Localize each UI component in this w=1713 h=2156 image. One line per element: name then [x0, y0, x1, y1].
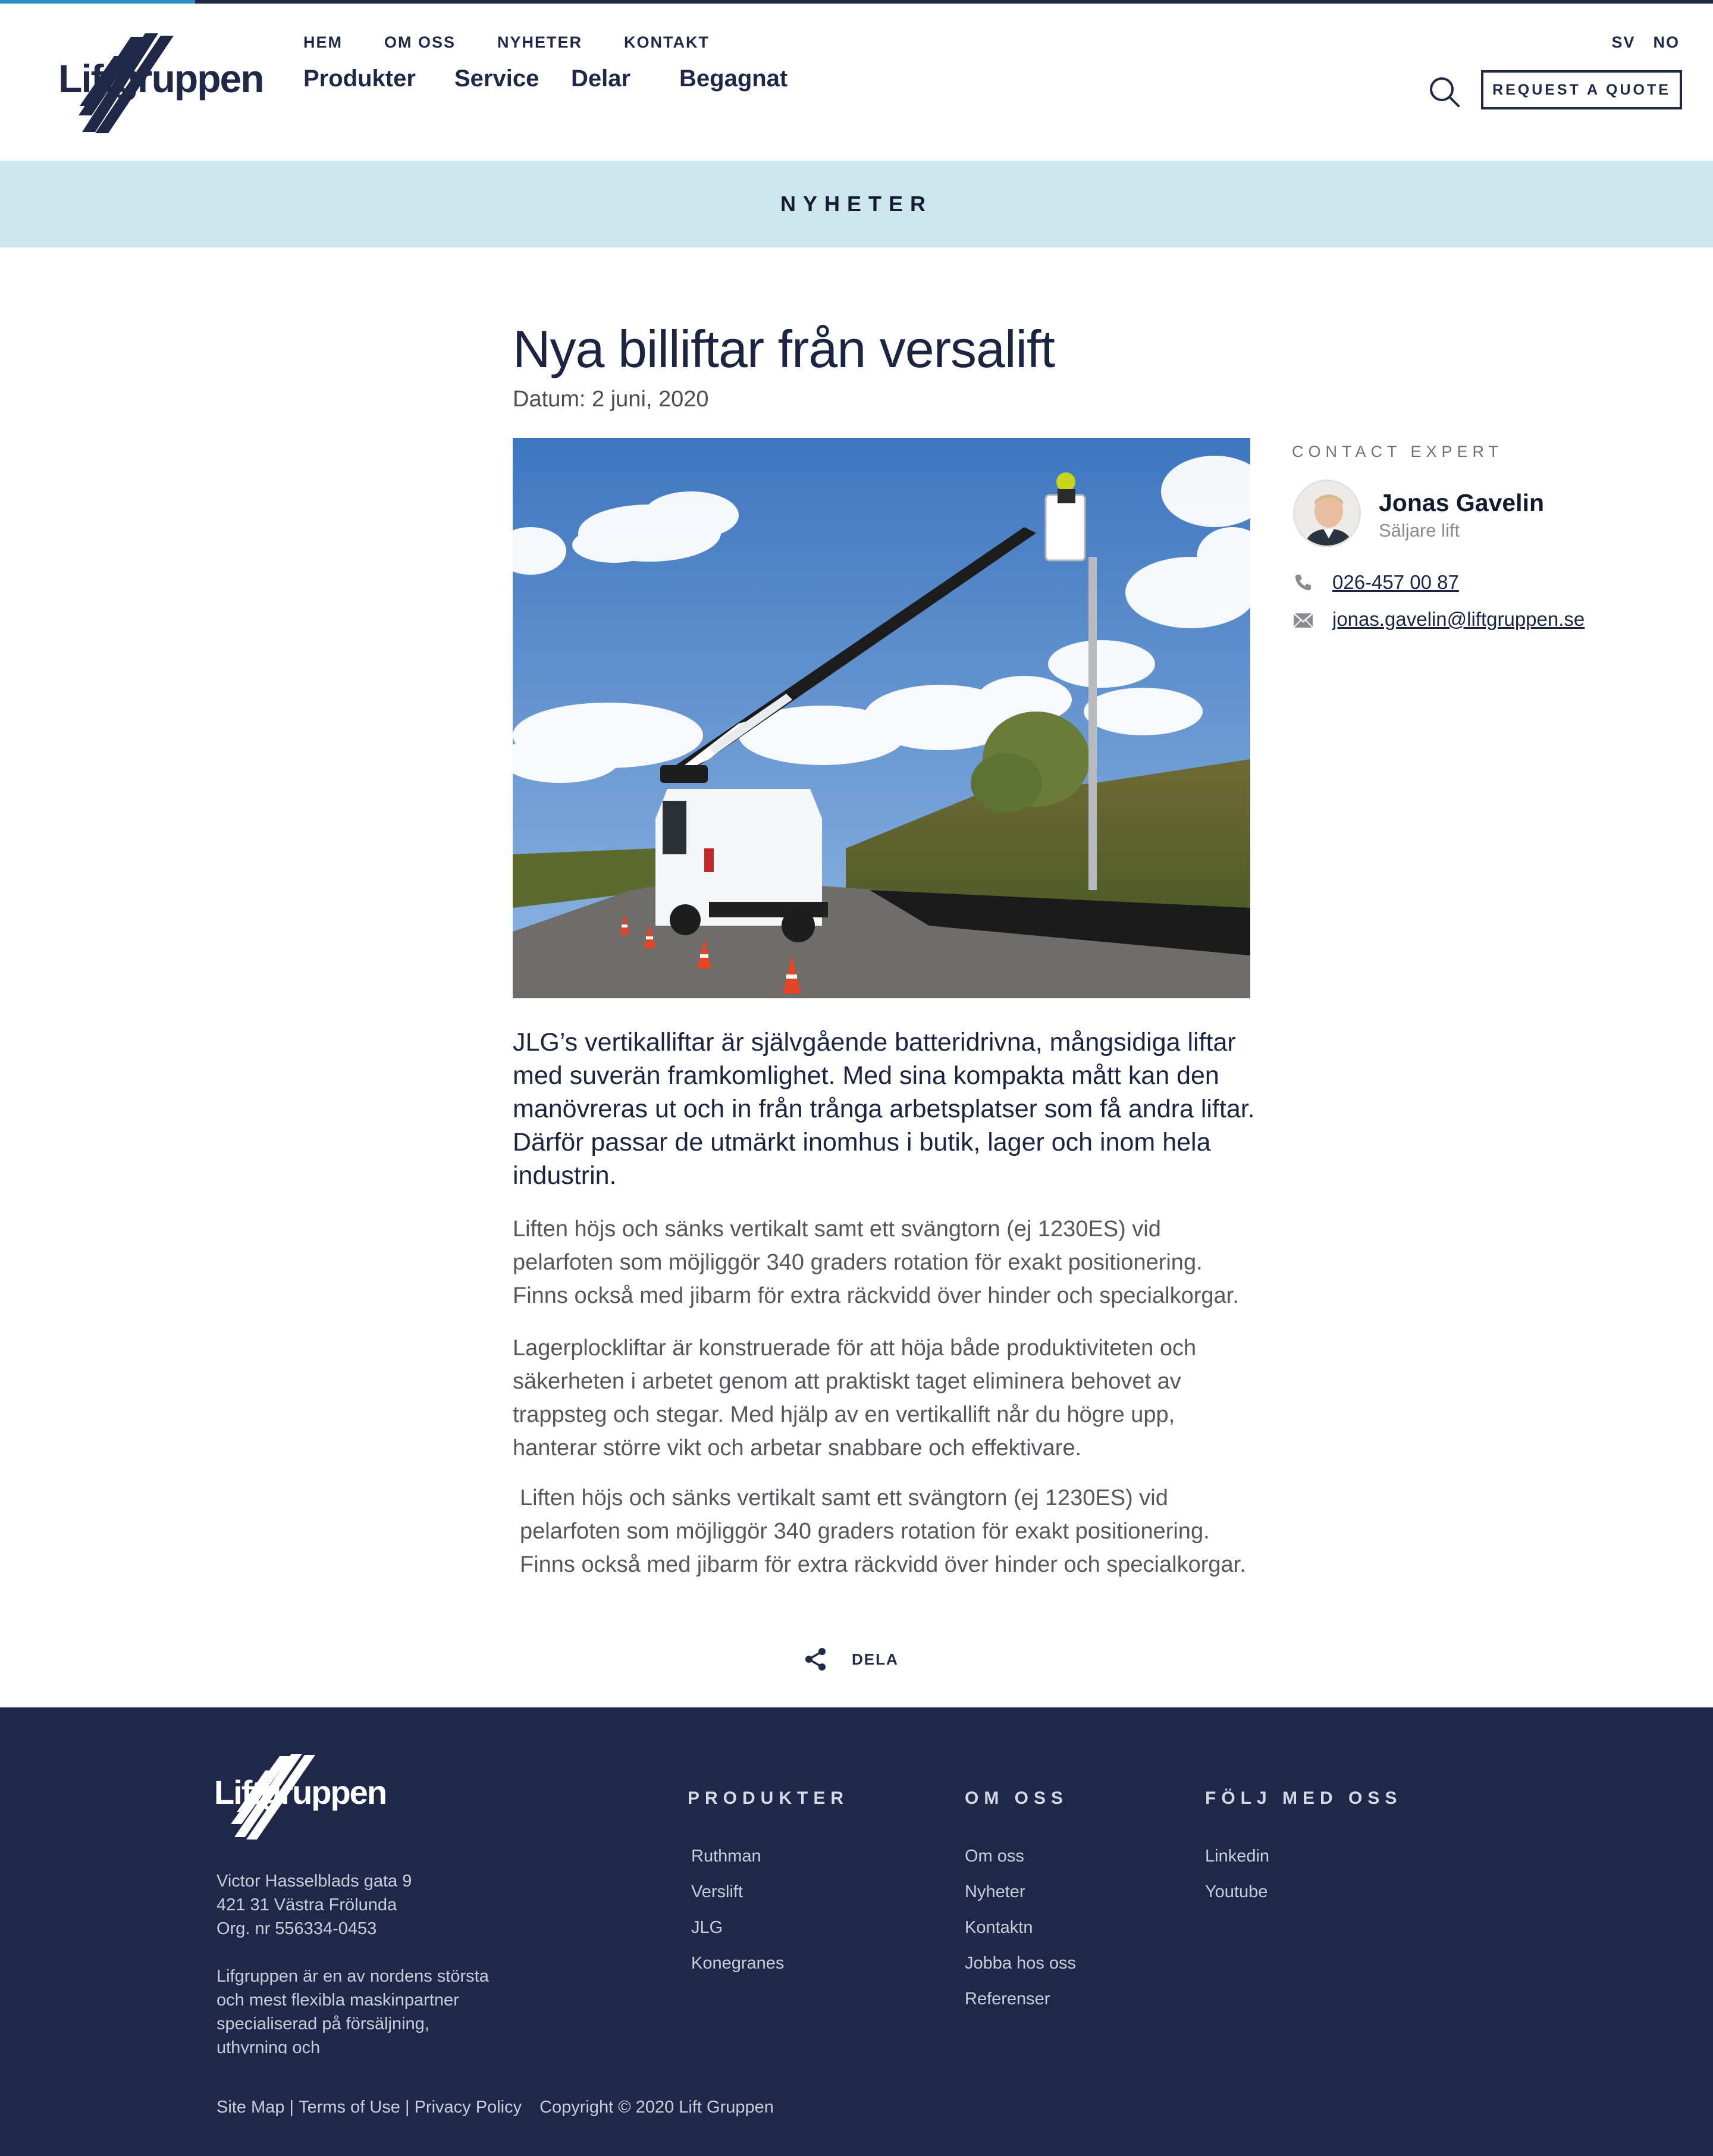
footer-link-verslift[interactable]: Verslift — [688, 1874, 849, 1910]
contact-expert-phone-link[interactable]: 026-457 00 87 — [1332, 571, 1459, 594]
footer-about: Lifgruppen är en av nordens största och … — [217, 1967, 489, 2054]
footer-link-ruthman[interactable]: Ruthman — [688, 1838, 849, 1874]
footer-link-privacy[interactable]: Privacy Policy — [415, 2098, 522, 2117]
footer-column-om-oss: OM OSS Om oss Nyheter Kontaktn Jobba hos… — [965, 1788, 1076, 2017]
footer-column-produkter: PRODUKTER Ruthman Verslift JLG Konegrane… — [688, 1788, 849, 1981]
footer-link-nyheter[interactable]: Nyheter — [965, 1874, 1076, 1910]
footer-heading-folj: FÖLJ MED OSS — [1205, 1788, 1403, 1808]
logo-text: Liftgruppen — [58, 57, 265, 101]
footer-link-linkedin[interactable]: Linkedin — [1205, 1838, 1402, 1874]
mail-icon — [1293, 613, 1313, 628]
article-hero-image — [513, 438, 1250, 998]
share-icon — [805, 1648, 826, 1671]
main-nav-begagnat[interactable]: Begagnat — [679, 65, 788, 92]
footer-link-jlg[interactable]: JLG — [688, 1910, 849, 1945]
contact-expert-label: CONTACT EXPERT — [1292, 443, 1504, 460]
footer-heading-om-oss: OM OSS — [965, 1788, 1069, 1808]
article-paragraph-3: Liften höjs och sänks vertikalt samt ett… — [520, 1486, 1246, 1577]
util-nav-hem[interactable]: HEM — [303, 33, 343, 52]
util-nav-om-oss[interactable]: OM OSS — [384, 33, 456, 52]
article-date: Datum: 2 juni, 2020 — [513, 387, 709, 412]
contact-expert-email-link[interactable]: jonas.gavelin@liftgruppen.se — [1332, 608, 1585, 631]
footer-link-youtube[interactable]: Youtube — [1205, 1874, 1402, 1910]
logo[interactable]: Liftgruppen — [57, 32, 265, 139]
contact-expert-role: Säljare lift — [1379, 520, 1460, 541]
footer-link-terms[interactable]: Terms of Use — [299, 2098, 400, 2117]
footer-link-referenser[interactable]: Referenser — [965, 1981, 1076, 2017]
footer-link-kontakt[interactable]: Kontaktn — [965, 1910, 1076, 1945]
section-title: NYHETER — [780, 192, 933, 216]
footer-logo-text: Liftgruppen — [214, 1773, 387, 1811]
footer-link-sitemap[interactable]: Site Map — [217, 2098, 284, 2117]
site-header: Liftgruppen HEM OM OSS NYHETER KONTAKT P… — [0, 4, 1713, 161]
footer-org-number: Org. nr 556334-0453 — [217, 1919, 377, 1938]
contact-expert-name: Jonas Gavelin — [1379, 489, 1545, 516]
site-footer: Liftgruppen Victor Hasselblads gata 9 42… — [0, 1707, 1713, 2156]
article-paragraph-1: Liften höjs och sänks vertikalt samt ett… — [513, 1217, 1239, 1308]
footer-column-folj: FÖLJ MED OSS Linkedin Youtube — [1205, 1788, 1402, 1910]
main-nav-produkter[interactable]: Produkter — [303, 65, 454, 92]
article-title: Nya billiftar från versalift — [513, 319, 1055, 378]
request-quote-button[interactable]: REQUEST A QUOTE — [1481, 70, 1682, 109]
footer-separator: | — [400, 2098, 415, 2117]
lang-sv[interactable]: SV — [1611, 33, 1635, 52]
main-nav: Produkter Service Delar Begagnat — [303, 65, 788, 92]
footer-address-street: Victor Hasselblads gata 9 — [217, 1872, 412, 1891]
footer-address: Victor Hasselblads gata 9 421 31 Västra … — [217, 1869, 412, 1941]
footer-address-city: 421 31 Västra Frölunda — [217, 1895, 397, 1914]
share-button[interactable]: DELA — [803, 1647, 899, 1672]
avatar — [1293, 480, 1361, 547]
article-lead: JLG’s vertikalliftar är självgående batt… — [513, 1028, 1255, 1190]
share-label: DELA — [852, 1650, 899, 1668]
lang-no[interactable]: NO — [1654, 33, 1680, 52]
bucket-truck-photo — [513, 438, 1250, 998]
person-avatar-icon — [1295, 481, 1359, 546]
footer-heading-produkter: PRODUKTER — [688, 1788, 849, 1808]
footer-link-konegranes[interactable]: Konegranes — [688, 1945, 849, 1981]
footer-link-om-oss[interactable]: Om oss — [965, 1838, 1076, 1874]
search-icon[interactable] — [1428, 75, 1461, 108]
footer-copyright: Copyright © 2020 Lift Gruppen — [539, 2098, 774, 2117]
footer-bottom-bar: Site Map | Terms of Use | Privacy Policy… — [217, 2098, 774, 2117]
utility-nav: HEM OM OSS NYHETER KONTAKT — [303, 33, 751, 52]
section-band: NYHETER — [0, 161, 1713, 247]
language-switcher: SV NO — [1611, 33, 1680, 52]
util-nav-nyheter[interactable]: NYHETER — [497, 33, 582, 52]
footer-link-jobba[interactable]: Jobba hos oss — [965, 1945, 1076, 1981]
footer-separator: | — [284, 2098, 299, 2117]
article-paragraph-2: Lagerplockliftar är konstruerade för att… — [513, 1336, 1197, 1461]
main-nav-service[interactable]: Service — [454, 65, 571, 92]
phone-icon — [1295, 575, 1311, 591]
main-nav-delar[interactable]: Delar — [571, 65, 679, 92]
footer-logo[interactable]: Liftgruppen — [214, 1753, 387, 1842]
util-nav-kontakt[interactable]: KONTAKT — [624, 33, 710, 52]
